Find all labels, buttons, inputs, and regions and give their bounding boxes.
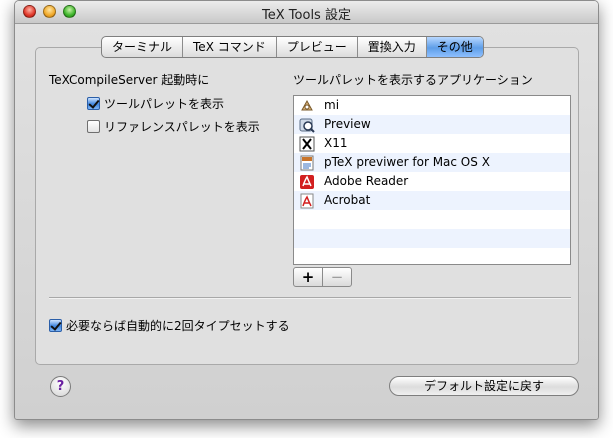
adobe-reader-icon: [299, 174, 315, 190]
list-item: [294, 229, 570, 248]
auto-typeset-twice-label: 必要ならば自動的に2回タイプセットする: [66, 319, 290, 333]
add-app-button[interactable]: +: [293, 267, 323, 287]
tab-preview[interactable]: プレビュー: [277, 37, 358, 57]
tab-tex-command[interactable]: TeX コマンド: [183, 37, 277, 57]
show-tool-palette-label: ツールパレットを表示: [104, 97, 225, 111]
list-item[interactable]: X11: [294, 134, 570, 153]
preferences-window: TeX Tools 設定 ターミナル TeX コマンド プレビュー 置換入力 そ…: [14, 0, 599, 420]
show-reference-palette-label: リファレンスパレットを表示: [104, 120, 260, 134]
acrobat-icon: [299, 193, 315, 209]
app-name: Preview: [324, 117, 371, 131]
ptex-previewer-icon: [299, 155, 315, 171]
list-item: [294, 248, 570, 264]
help-button[interactable]: ?: [50, 376, 71, 397]
tab-other[interactable]: その他: [426, 37, 483, 57]
list-item: [294, 210, 570, 229]
tab-terminal[interactable]: ターミナル: [102, 37, 184, 57]
list-item[interactable]: Adobe Reader: [294, 172, 570, 191]
window-title: TeX Tools 設定: [262, 8, 351, 23]
app-name: Adobe Reader: [324, 174, 409, 188]
tab-bar: ターミナル TeX コマンド プレビュー 置換入力 その他: [101, 36, 484, 58]
show-tool-palette-option[interactable]: ツールパレットを表示: [87, 95, 224, 112]
mi-app-icon: [299, 98, 315, 114]
title-bar[interactable]: TeX Tools 設定: [15, 1, 598, 24]
app-name: mi: [324, 98, 340, 112]
x11-app-icon: [299, 136, 315, 152]
list-item[interactable]: Preview: [294, 115, 570, 134]
show-tool-palette-checkbox[interactable]: [87, 97, 100, 110]
show-reference-palette-option[interactable]: リファレンスパレットを表示: [87, 118, 260, 135]
tab-replace-input[interactable]: 置換入力: [358, 37, 427, 57]
remove-app-button[interactable]: −: [322, 267, 352, 287]
show-reference-palette-checkbox[interactable]: [87, 120, 100, 133]
apps-heading: ツールパレットを表示するアプリケーション: [293, 73, 533, 87]
app-name: Acrobat: [324, 193, 371, 207]
preview-app-icon: [299, 117, 315, 133]
auto-typeset-twice-option[interactable]: 必要ならば自動的に2回タイプセットする: [49, 317, 290, 334]
app-name: pTeX previwer for Mac OS X: [324, 155, 490, 169]
app-name: X11: [324, 136, 348, 150]
application-list[interactable]: mi Preview X11 pTeX previwer for Mac OS …: [293, 95, 571, 265]
auto-typeset-twice-checkbox[interactable]: [49, 319, 62, 332]
list-item[interactable]: mi: [294, 96, 570, 115]
separator: [49, 297, 571, 299]
restore-defaults-button[interactable]: デフォルト設定に戻す: [389, 376, 579, 396]
list-item[interactable]: Acrobat: [294, 191, 570, 210]
startup-heading: TeXCompileServer 起動時に: [49, 73, 210, 87]
list-item[interactable]: pTeX previwer for Mac OS X: [294, 153, 570, 172]
